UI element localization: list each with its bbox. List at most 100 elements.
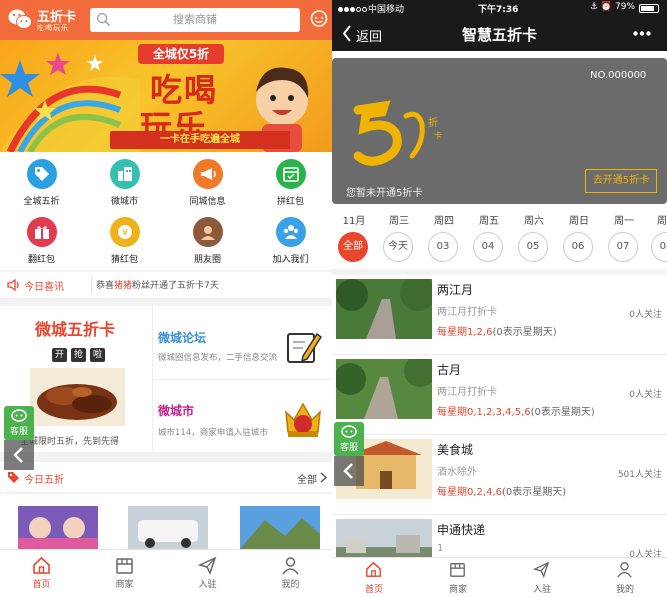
thumbnail-image[interactable] (18, 506, 98, 549)
grid-label: 加入我们 (272, 255, 309, 265)
customer-service-button[interactable]: 客服 (334, 422, 364, 456)
promo-section: 微城五折卡 开抢啦 全城限时五折，先到先得 微城论坛 微城圈信息发布，二手信息交… (0, 306, 332, 452)
tab-join[interactable]: 入驻 (166, 550, 249, 597)
store-icon (450, 563, 465, 577)
day-name: 周日 (569, 216, 589, 227)
grid-label: 猜红包 (110, 255, 138, 265)
list-item[interactable]: 美食城 酒水除外 501人关注 每星期0,2,4,6(0表示星期天) (332, 435, 667, 515)
grid-icon-circle (276, 217, 306, 247)
activate-card-button[interactable]: 去开通5折卡 (585, 169, 657, 193)
day-filter-item[interactable]: 周二 08 (645, 204, 667, 264)
status-bar: 中国移动 下午7:36 ⚓ ⏰ 79% (332, 0, 667, 17)
tab-profile[interactable]: 我的 (583, 558, 667, 597)
grid-item-guess-redpacket[interactable]: ¥ 猜红包 (83, 213, 166, 269)
vip-crown-icon (285, 402, 321, 437)
avatar-icon (201, 226, 215, 240)
day-filter-item[interactable]: 11月 全部 (332, 204, 376, 264)
grid-item-join-us[interactable]: 加入我们 (249, 213, 332, 269)
forum-title: 微城论坛 (158, 331, 207, 345)
list-item[interactable]: 两江月 两江月打折卡 0人关注 每星期1,2,6(0表示星期天) (332, 275, 667, 355)
grid-icon-circle (276, 159, 306, 189)
merchant-title: 申通快递 (437, 523, 486, 537)
grid-icon-circle: ¥ (110, 217, 140, 247)
grid-label: 拼红包 (276, 197, 304, 207)
grid-item-local-info[interactable]: 同城信息 (166, 155, 249, 211)
thumbnail-image[interactable] (128, 506, 208, 549)
card-number: NO.000000 (590, 70, 647, 81)
tab-label: 商家 (448, 585, 467, 595)
feature-grid: 全城五折 微城市 同城信息 拼红包 翻红包 ¥ 猜红包 朋友圈 加入我们 (0, 152, 332, 270)
discount-days: 每星期0,2,4,6(0表示星期天) (437, 487, 567, 498)
join-icon (283, 225, 299, 239)
city-icon (118, 167, 132, 181)
promo-badge: 啦 (90, 348, 105, 362)
day-circle: 今天 (383, 232, 413, 262)
news-ticker[interactable]: 今日喜讯 恭喜猪猪粉丝开通了五折卡7天 (0, 272, 332, 298)
home-icon (366, 561, 381, 577)
day-filter-item[interactable]: 周六 05 (512, 204, 556, 264)
promo-badge: 开 (52, 348, 67, 362)
tab-home[interactable]: 首页 (0, 550, 83, 597)
roast-duck-image (30, 368, 125, 426)
thumbnail-image[interactable] (240, 506, 320, 549)
battery-icon (639, 4, 659, 13)
day-circle: 06 (563, 232, 593, 262)
customer-service-button[interactable]: 客服 (4, 406, 34, 440)
svg-text:折: 折 (428, 116, 438, 129)
grid-item-group-redpacket[interactable]: 拼红包 (249, 155, 332, 211)
today-discount-label: 今日五折 (24, 475, 64, 486)
customer-service-label: 客服 (9, 427, 28, 437)
day-name: 周四 (434, 216, 454, 227)
tab-merchants[interactable]: 商家 (83, 550, 166, 597)
list-item[interactable]: 古月 两江月打折卡 0人关注 每星期0,1,2,3,4,5,6(0表示星期天) (332, 355, 667, 435)
day-filter-item[interactable]: 周日 06 (557, 204, 601, 264)
merchant-subtitle: 两江月打折卡 (437, 387, 497, 398)
view-all-link[interactable]: 全部 (297, 471, 317, 486)
grid-label: 同城信息 (189, 197, 226, 207)
right-phone-screen: 中国移动 下午7:36 ⚓ ⏰ 79% 返回 智慧五折卡 NO.000000 折… (332, 0, 667, 597)
tab-home[interactable]: 首页 (332, 558, 416, 597)
float-back-button[interactable] (4, 440, 34, 470)
day-filter-item[interactable]: 周一 07 (602, 204, 646, 264)
grid-item-discount[interactable]: 全城五折 (0, 155, 83, 211)
tab-merchants[interactable]: 商家 (416, 558, 500, 597)
promo-badge: 抢 (71, 348, 86, 362)
merchant-title: 美食城 (437, 443, 474, 457)
day-name: 周二 (657, 216, 667, 227)
left-phone-screen: 五折卡 吃喝玩乐 搜索商铺 全城仅5折 吃喝 玩乐 一卡在手吃遍全城 全城五折 … (0, 0, 332, 597)
tab-profile[interactable]: 我的 (249, 550, 332, 597)
promo-title: 微城五折卡 (35, 320, 116, 339)
calendar-icon (283, 167, 299, 182)
chevron-right-icon (320, 472, 328, 483)
chat-icon (341, 425, 357, 438)
grid-icon-circle (27, 159, 57, 189)
promo-banner[interactable]: 全城仅5折 吃喝 玩乐 一卡在手吃遍全城 (0, 40, 332, 152)
today-discount-thumbnails (0, 494, 332, 549)
search-input[interactable]: 搜索商铺 (90, 8, 300, 32)
search-placeholder: 搜索商铺 (173, 13, 217, 26)
tab-label: 首页 (32, 580, 51, 590)
grid-item-moments[interactable]: 朋友圈 (166, 213, 249, 269)
tab-label: 我的 (281, 580, 300, 590)
day-filter-item[interactable]: 周三 今天 (377, 204, 421, 264)
news-label: 今日喜讯 (24, 282, 64, 293)
more-icon[interactable] (633, 31, 651, 36)
day-filter-item[interactable]: 周四 03 (422, 204, 466, 264)
svg-text:¥: ¥ (122, 228, 128, 239)
day-circle: 08 (651, 232, 667, 262)
megaphone-icon (201, 168, 216, 180)
day-filter-item[interactable]: 周五 04 (467, 204, 511, 264)
grid-item-flip-redpacket[interactable]: 翻红包 (0, 213, 83, 269)
gift-icon (35, 226, 49, 239)
merchant-subtitle: 1 (437, 543, 444, 554)
merchant-title: 两江月 (437, 283, 474, 297)
float-back-button[interactable] (334, 456, 364, 486)
grid-label: 朋友圈 (193, 255, 221, 265)
follow-count: 0人关注 (629, 310, 662, 320)
merchant-subtitle: 两江月打折卡 (437, 307, 497, 318)
tab-join[interactable]: 入驻 (500, 558, 584, 597)
message-icon[interactable] (309, 9, 329, 29)
grid-icon-circle (193, 159, 223, 189)
day-name: 周三 (389, 216, 409, 227)
grid-item-microcity[interactable]: 微城市 (83, 155, 166, 211)
